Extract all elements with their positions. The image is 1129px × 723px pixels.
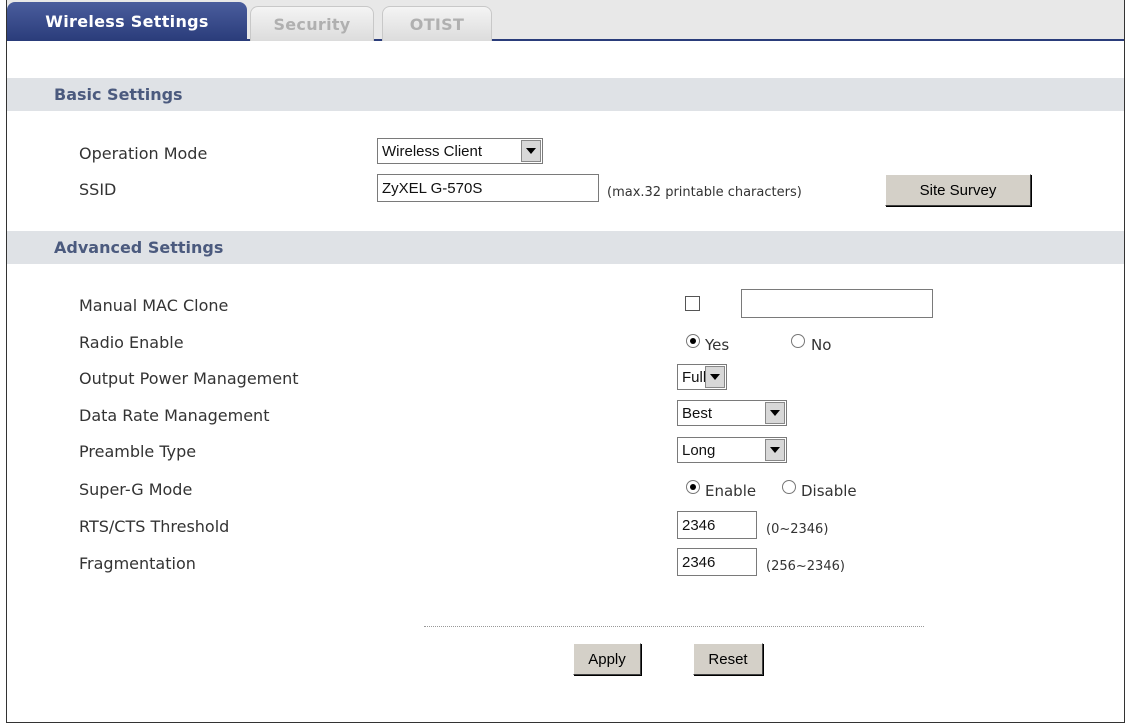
preamble-type-value: Long xyxy=(682,441,716,459)
rts-cts-input[interactable]: 2346 xyxy=(677,511,757,539)
data-rate-label: Data Rate Management xyxy=(79,406,270,425)
output-power-label: Output Power Management xyxy=(79,369,299,388)
divider xyxy=(424,626,924,627)
ssid-label: SSID xyxy=(79,180,117,199)
tab-security[interactable]: Security xyxy=(250,6,374,41)
mac-clone-label: Manual MAC Clone xyxy=(79,296,229,315)
ssid-input[interactable]: ZyXEL G-570S xyxy=(377,174,599,202)
fragmentation-hint: (256~2346) xyxy=(766,559,845,574)
data-rate-select[interactable]: Best xyxy=(677,400,787,426)
mac-clone-checkbox[interactable] xyxy=(685,296,700,311)
operation-mode-label: Operation Mode xyxy=(79,144,208,163)
super-g-disable-label: Disable xyxy=(801,482,857,500)
tab-otist[interactable]: OTIST xyxy=(382,6,492,41)
super-g-enable-label: Enable xyxy=(705,482,757,500)
super-g-mode-label: Super-G Mode xyxy=(79,480,193,499)
ssid-hint: (max.32 printable characters) xyxy=(607,185,802,200)
site-survey-button[interactable]: Site Survey xyxy=(885,174,1031,206)
radio-enable-label: Radio Enable xyxy=(79,333,184,352)
super-g-disable-radio[interactable] xyxy=(782,480,796,494)
preamble-type-select[interactable]: Long xyxy=(677,437,787,463)
chevron-down-icon xyxy=(705,366,725,388)
apply-button[interactable]: Apply xyxy=(573,643,641,675)
operation-mode-select[interactable]: Wireless Client xyxy=(377,138,543,164)
fragmentation-label: Fragmentation xyxy=(79,554,196,573)
radio-enable-no-radio[interactable] xyxy=(791,334,805,348)
super-g-enable-radio[interactable] xyxy=(686,480,700,494)
tab-wireless-settings[interactable]: Wireless Settings xyxy=(7,2,247,41)
radio-enable-yes-radio[interactable] xyxy=(686,334,700,348)
radio-enable-yes-label: Yes xyxy=(705,336,730,354)
radio-enable-no-label: No xyxy=(811,336,832,354)
tab-bar: Wireless Settings Security OTIST xyxy=(7,0,1124,41)
reset-button[interactable]: Reset xyxy=(693,643,763,675)
output-power-value: Full xyxy=(682,368,707,386)
rts-cts-hint: (0~2346) xyxy=(766,522,829,537)
chevron-down-icon xyxy=(765,439,785,461)
operation-mode-value: Wireless Client xyxy=(382,142,483,160)
chevron-down-icon xyxy=(765,402,785,424)
advanced-settings-header: Advanced Settings xyxy=(7,231,1124,264)
rts-cts-label: RTS/CTS Threshold xyxy=(79,517,230,536)
mac-clone-input[interactable] xyxy=(741,289,933,318)
output-power-select[interactable]: Full xyxy=(677,364,727,390)
preamble-type-label: Preamble Type xyxy=(79,442,197,461)
basic-settings-header: Basic Settings xyxy=(7,78,1124,111)
settings-panel: Wireless Settings Security OTIST Basic S… xyxy=(6,0,1125,723)
fragmentation-input[interactable]: 2346 xyxy=(677,548,757,576)
chevron-down-icon xyxy=(521,140,541,162)
data-rate-value: Best xyxy=(682,404,713,422)
